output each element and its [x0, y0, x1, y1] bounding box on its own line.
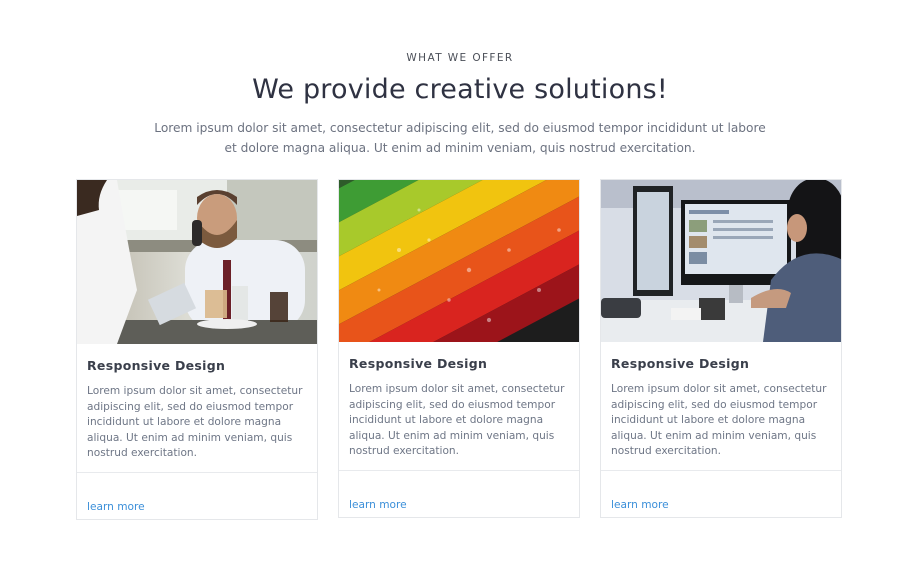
card-image-colored-pencils: [339, 180, 579, 342]
learn-more-link[interactable]: learn more: [87, 501, 145, 513]
card-text: Lorem ipsum dolor sit amet, consectetur …: [87, 385, 303, 459]
learn-more-link[interactable]: learn more: [349, 499, 407, 511]
card-text: Lorem ipsum dolor sit amet, consectetur …: [349, 383, 565, 457]
learn-more-link[interactable]: learn more: [611, 499, 669, 511]
card-image-business-man: [77, 180, 317, 344]
section-headline: We provide creative solutions!: [252, 74, 668, 105]
service-card: Responsive Design Lorem ipsum dolor sit …: [338, 179, 580, 518]
service-card: Responsive Design Lorem ipsum dolor sit …: [600, 179, 842, 518]
card-title: Responsive Design: [611, 356, 750, 371]
card-text: Lorem ipsum dolor sit amet, consectetur …: [611, 383, 827, 457]
card-image-woman-at-computer: [601, 180, 841, 342]
section-lead: Lorem ipsum dolor sit amet, consectetur …: [154, 121, 766, 155]
section-eyebrow: WHAT WE OFFER: [406, 52, 514, 64]
card-title: Responsive Design: [349, 356, 488, 371]
service-card: Responsive Design Lorem ipsum dolor sit …: [76, 179, 318, 520]
card-title: Responsive Design: [87, 358, 226, 373]
